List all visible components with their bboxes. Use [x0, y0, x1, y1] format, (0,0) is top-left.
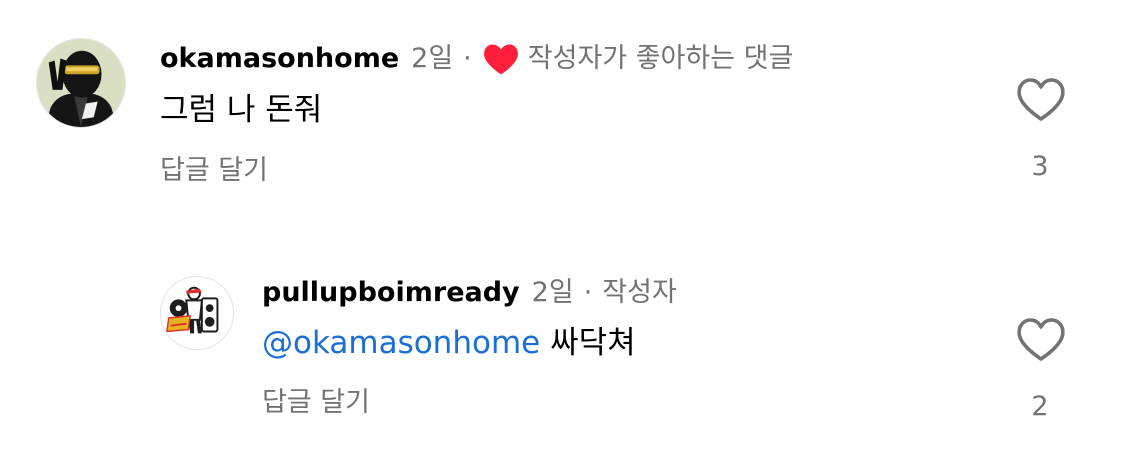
username[interactable]: pullupboimready — [262, 276, 520, 310]
like-button[interactable] — [1016, 77, 1066, 123]
avatar-image — [161, 277, 233, 349]
comment-header: okamasonhome 2일 · 작성자가 좋아하는 댓글 — [160, 42, 793, 76]
comment-text: @okamasonhome 싸닥쳐 — [262, 323, 636, 363]
like-count: 2 — [1031, 391, 1049, 422]
separator: · — [583, 277, 593, 308]
author-badge: 작성자 — [602, 277, 677, 308]
timestamp: 2일 — [411, 43, 454, 74]
heart-filled-icon — [482, 43, 520, 75]
comment-text: 그럼 나 돈줘 — [160, 92, 323, 128]
username[interactable]: okamasonhome — [160, 42, 399, 76]
reply-button[interactable]: 답글 달기 — [262, 386, 370, 420]
comment-body: 싸닥쳐 — [550, 325, 636, 361]
like-button[interactable] — [1016, 317, 1066, 363]
heart-outline-icon — [1017, 78, 1065, 121]
timestamp: 2일 — [531, 277, 574, 308]
liked-by-author-label: 작성자가 좋아하는 댓글 — [527, 43, 794, 74]
avatar[interactable] — [160, 276, 234, 350]
comment-header: pullupboimready 2일 · 작성자 — [262, 276, 677, 310]
reply-button[interactable]: 답글 달기 — [160, 154, 268, 188]
separator: · — [463, 43, 472, 74]
avatar-image — [37, 39, 125, 127]
heart-outline-icon — [1017, 318, 1065, 361]
avatar[interactable] — [36, 38, 126, 128]
mention-link[interactable]: @okamasonhome — [262, 325, 540, 361]
like-count: 3 — [1031, 151, 1049, 182]
